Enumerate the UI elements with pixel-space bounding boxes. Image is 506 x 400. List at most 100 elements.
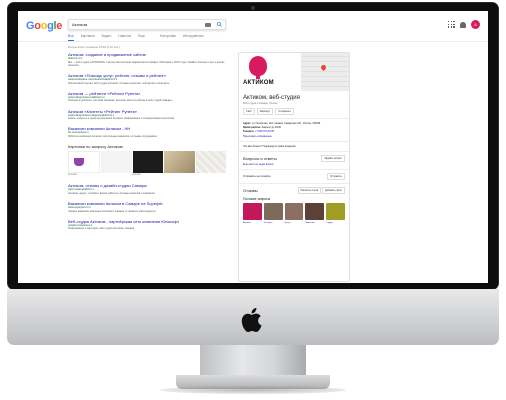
divider (239, 150, 349, 152)
write-review-button[interactable]: Написать отзыв (297, 186, 322, 194)
related-caption[interactable]: Актиком (243, 222, 262, 224)
image-thumbnails (68, 151, 227, 174)
search-result: Актиком — рейтинги «Рейтинг Рунета» www.r… (68, 91, 226, 103)
divider (239, 182, 349, 184)
image-thumb[interactable] (195, 151, 227, 174)
people-title: Похожие запросы (243, 196, 271, 201)
search-tabs: Все Картинки Видео Новости Ещё Настройки Инстр… (68, 34, 204, 41)
related-thumb[interactable] (305, 202, 325, 220)
knowledge-panel: АКТИКОМ Актиком, веб-студия Веб-студия в… (238, 52, 350, 282)
add-photo-button[interactable]: Добавить фото (322, 186, 345, 194)
result-snippet: Кейсы, клиенты и проекты компании Актико… (68, 117, 175, 121)
google-search-page: Google Актиком А Все Картинки Видео Новости… (18, 11, 488, 283)
logo-text: АКТИКОМ (243, 80, 274, 86)
header-actions: А (448, 20, 480, 29)
search-icon[interactable] (217, 22, 222, 27)
related-thumbnails (243, 202, 345, 220)
image-thumb[interactable] (101, 151, 132, 174)
search-input[interactable]: Актиком (68, 19, 226, 30)
related-captions: Актиком Ресторан Центр Компания Студия (243, 222, 345, 224)
stand-neck (200, 345, 306, 379)
reviews-section: Отзывы Написать отзыв Добавить фото (243, 186, 345, 194)
results-list: Актиком: создание и продвижение сайтов ak… (68, 52, 227, 237)
image-thumb[interactable] (68, 151, 101, 174)
qa-section: Вопросы и ответы Задайте вопрос (243, 154, 345, 162)
directions-button[interactable]: Маршрут (256, 108, 274, 115)
result-snippet: Информация о партнёре: веб-студия Актико… (68, 227, 135, 231)
imac-mockup: Google Актиком А Все Картинки Видео Новости… (0, 0, 506, 400)
image-pack-title[interactable]: Картинки по запросу Актиком (68, 144, 226, 149)
search-result: Актиком: создание и продвижение сайтов ak… (68, 52, 226, 67)
result-snippet: Рейтинговый портал: веб-студия Актиком. … (68, 81, 170, 85)
tab-3[interactable]: Новости (118, 34, 131, 41)
tab-6[interactable]: Инструменты (183, 34, 204, 41)
map-pin-icon (319, 63, 328, 72)
divider (239, 118, 349, 119)
suggest-edit-link[interactable]: Предложить исправление (243, 135, 345, 138)
website-button[interactable]: Сайт (243, 108, 255, 115)
tab-0[interactable]: Все (68, 34, 74, 41)
divider (18, 41, 488, 42)
image-pack: Картинки по запросу Актиком Актиком Актико… (68, 144, 227, 176)
address-label: Адрес: (243, 122, 252, 125)
address-row: Адрес: ул. Печёрская, 164, Самара, Самар… (243, 122, 345, 125)
search-result: Актиком «Клиенты «Рейтинг Рунета» www.rat… (68, 109, 226, 121)
save-button[interactable]: Сохранить (275, 108, 294, 115)
image-caption: Актиком (132, 174, 141, 177)
people-also-search: Похожие запросы (243, 197, 345, 201)
divider (239, 168, 349, 170)
related-thumb[interactable] (263, 202, 283, 220)
keyboard-icon[interactable] (205, 23, 211, 27)
apple-logo-icon (241, 307, 262, 333)
related-caption[interactable]: Ресторан (264, 222, 283, 224)
send-to-phone-label: Отправить на телефон (243, 174, 271, 178)
panel-buttons: Сайт Маршрут Сохранить (243, 108, 345, 115)
hours-row: Время работы: Закрыто до 09:00 (243, 126, 345, 129)
company-logo-image[interactable]: АКТИКОМ (239, 53, 301, 91)
hours-value: Закрыто до 09:00 (261, 126, 281, 130)
result-stats: Результатов: примерно 8 500 (0,42 сек.) (68, 45, 120, 49)
related-thumb[interactable] (243, 202, 262, 220)
search-query: Актиком (72, 22, 88, 27)
shadow (160, 386, 346, 394)
image-captions: Актиком Актиком (68, 174, 226, 176)
related-caption[interactable]: Компания (305, 222, 324, 224)
related-caption[interactable]: Студия (326, 222, 345, 224)
hours-label: Время работы: (243, 126, 261, 130)
notifications-icon[interactable] (460, 21, 466, 28)
send-button[interactable]: Отправить (327, 172, 345, 180)
tab-2[interactable]: Видео (102, 34, 112, 41)
map-thumbnail[interactable] (301, 53, 349, 91)
monitor-bezel: Google Актиком А Все Картинки Видео Новости… (7, 2, 499, 290)
related-thumb[interactable] (284, 202, 304, 220)
send-to-phone-row: Отправить на телефон Отправить (243, 172, 345, 180)
tab-4[interactable]: Ещё (138, 34, 145, 41)
avatar[interactable]: А (471, 20, 480, 29)
apps-grid-icon[interactable] (448, 21, 455, 28)
related-thumb[interactable] (326, 202, 345, 220)
image-thumb[interactable] (132, 151, 164, 174)
divider (239, 140, 349, 142)
claim-business-link[interactable]: Это ваш бизнес? Подтвердите право владен… (243, 145, 345, 148)
result-snippet: Актиком, адрес, телефон, время работы и … (68, 191, 156, 195)
google-logo[interactable]: Google (26, 20, 62, 32)
image-thumb[interactable] (164, 151, 195, 174)
tab-1[interactable]: Картинки (81, 34, 95, 41)
qa-title: Вопросы и ответы (243, 155, 277, 161)
related-caption[interactable]: Центр (285, 222, 304, 224)
tab-5[interactable]: Настройки (160, 34, 176, 41)
result-snippet: Свежие вакансии компании Актиком в Самар… (68, 209, 157, 213)
address-value: ул. Печёрская, 164, Самара, Самарская об… (251, 122, 321, 125)
ask-question-button[interactable]: Задайте вопрос (321, 154, 345, 162)
search-result: Актиком «Помощь услуг: рейтинг, отзывы и… (68, 73, 226, 85)
phone-link[interactable]: +7 846 372-05-05 (255, 130, 274, 133)
camera (251, 6, 255, 10)
screen: Google Актиком А Все Картинки Видео Новости… (18, 11, 488, 283)
cup-icon (74, 158, 84, 167)
panel-subtitle: Веб-студия в Самаре, Россия (243, 102, 278, 105)
search-result: Вакансии компании Актиком в Самаре на Su… (68, 201, 226, 213)
qa-subtitle[interactable]: Ещё никто не задал вопрос (243, 163, 345, 166)
reviews-title: Отзывы (243, 187, 258, 193)
panel-title: Актиком, веб-студия (243, 95, 300, 101)
search-result: Актиком, отзывы о дизайн-студии Самары 2g… (68, 183, 226, 195)
